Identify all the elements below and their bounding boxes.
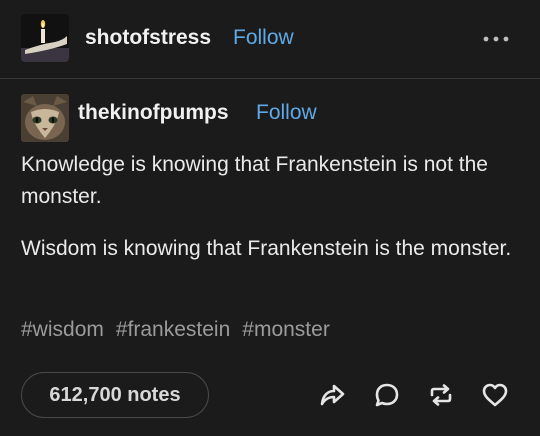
post-header: shotofstress Follow — [0, 0, 540, 79]
follow-reblogged-user-button[interactable]: Follow — [256, 101, 317, 125]
heart-icon — [482, 383, 508, 407]
tag-link[interactable]: #frankestein — [116, 318, 230, 342]
more-options-button[interactable] — [480, 24, 512, 54]
author-username[interactable]: shotofstress — [85, 26, 211, 50]
reblogged-user-avatar[interactable] — [21, 94, 69, 142]
reply-icon — [375, 383, 399, 407]
post-paragraph: Wisdom is knowing that Frankenstein is t… — [21, 237, 512, 260]
tag-link[interactable]: #monster — [242, 318, 330, 342]
share-icon — [320, 384, 345, 406]
reply-button[interactable] — [370, 378, 404, 412]
post-actions — [0, 378, 540, 414]
more-horizontal-icon — [483, 36, 509, 42]
follow-author-button[interactable]: Follow — [233, 26, 294, 50]
like-button[interactable] — [478, 378, 512, 412]
reblogged-username[interactable]: thekinofpumps — [78, 101, 229, 125]
reblog-icon — [430, 384, 452, 406]
post-paragraph: Knowledge is knowing that Frankenstein i… — [21, 153, 488, 208]
tag-list: #wisdom #frankestein #monster — [21, 318, 330, 342]
tag-link[interactable]: #wisdom — [21, 318, 104, 342]
share-button[interactable] — [315, 378, 349, 412]
author-avatar[interactable] — [21, 14, 69, 62]
reblog-button[interactable] — [424, 378, 458, 412]
